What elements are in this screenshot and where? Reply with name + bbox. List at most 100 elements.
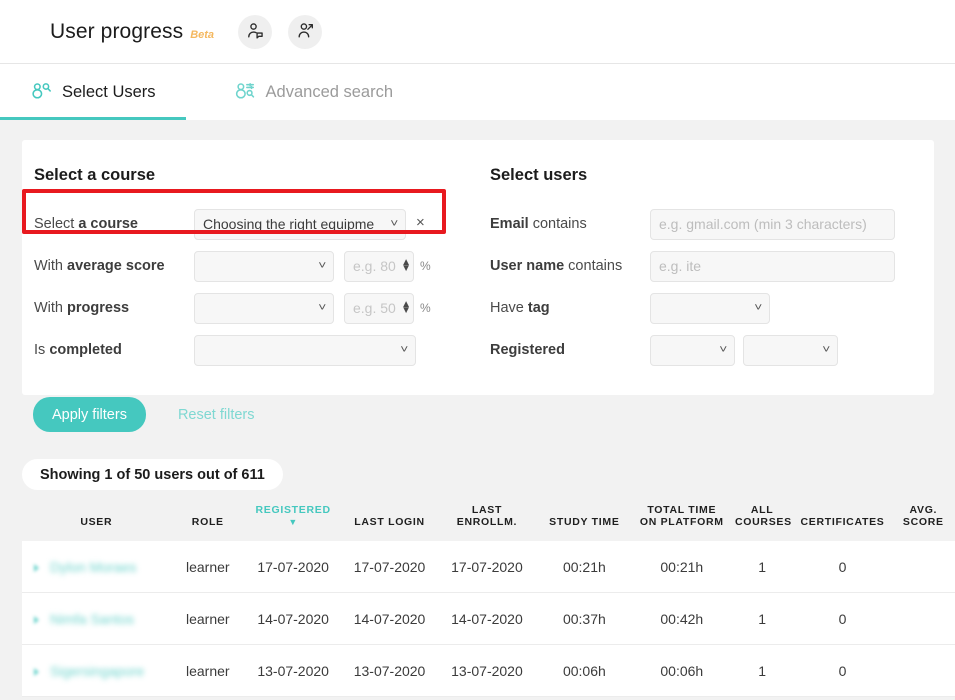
cell-registered: 13-07-2020 bbox=[244, 644, 342, 698]
progress-stepper[interactable]: ▲ ▼ bbox=[398, 299, 411, 316]
username-contains-input[interactable]: e.g. ite bbox=[650, 250, 895, 282]
chevron-down-icon: ˅ bbox=[317, 259, 326, 272]
col-header-total-time[interactable]: TOTAL TIME ON PLATFORM bbox=[632, 496, 731, 541]
progress-number-input[interactable]: e.g. 50 ▲ ▼ bbox=[344, 292, 414, 324]
results-count-pill: Showing 1 of 50 users out of 611 bbox=[22, 459, 283, 490]
course-select[interactable]: Choosing the right equipme ˅ bbox=[194, 208, 406, 240]
tab-advanced-search[interactable]: Advanced search bbox=[228, 64, 400, 120]
col-header-all-courses[interactable]: ALL COURSES bbox=[731, 496, 794, 541]
user-filter-search-icon bbox=[234, 81, 256, 103]
progress-label: With progress bbox=[34, 300, 194, 316]
reset-filters-button[interactable]: Reset filters bbox=[172, 406, 261, 424]
cell-role: learner bbox=[170, 540, 245, 594]
select-users-title: Select users bbox=[490, 166, 588, 184]
cell-study-time: 00:21h bbox=[536, 540, 633, 594]
col-header-last-enrollment[interactable]: LAST ENROLLM. bbox=[437, 496, 537, 541]
col-header-user-label: USER bbox=[80, 516, 113, 529]
label-text-suffix: contains bbox=[528, 216, 587, 232]
have-tag-label: Have tag bbox=[490, 300, 650, 316]
cell-total-time: 00:06h bbox=[632, 644, 731, 698]
cell-certificates: 0 bbox=[793, 540, 892, 594]
filter-row-email-contains: Email contains e.g. gmail.com (min 3 cha… bbox=[490, 203, 930, 245]
cell-study-time: 00:06h bbox=[536, 644, 633, 698]
user-name-link[interactable]: Nimfa Santos bbox=[50, 611, 134, 627]
table-row[interactable]: Nimfa Santos learner 14-07-2020 14-07-20… bbox=[22, 592, 955, 646]
users-table: USER ROLE REGISTERED ▼ LAST LOGIN LAST EN… bbox=[22, 496, 955, 698]
registered-value-select[interactable]: ˅ bbox=[743, 334, 838, 366]
have-tag-select[interactable]: ˅ bbox=[650, 292, 770, 324]
label-text-suffix: contains bbox=[564, 258, 623, 274]
label-text-plain: Have bbox=[490, 300, 528, 316]
clear-course-button[interactable]: × bbox=[416, 215, 425, 233]
stepper-down-icon: ▼ bbox=[401, 305, 411, 316]
user-progress-page: User progress Beta Select Users Advanced… bbox=[0, 0, 955, 700]
expand-row-icon[interactable] bbox=[34, 668, 39, 677]
col-header-last-login[interactable]: LAST LOGIN bbox=[341, 496, 438, 541]
user-name-link[interactable]: Sigersingapore bbox=[50, 663, 144, 679]
filter-row-registered: Registered ˅ ˅ bbox=[490, 329, 930, 371]
col-header-user[interactable]: USER bbox=[22, 496, 171, 541]
average-score-operator-select[interactable]: ˅ bbox=[194, 250, 334, 282]
average-score-stepper[interactable]: ▲ ▼ bbox=[398, 257, 411, 274]
tab-advanced-search-label: Advanced search bbox=[265, 82, 394, 101]
registered-operator-select[interactable]: ˅ bbox=[650, 334, 735, 366]
cell-last-login: 17-07-2020 bbox=[341, 540, 438, 594]
average-score-number-input[interactable]: e.g. 80 ▲ ▼ bbox=[344, 250, 414, 282]
progress-unit: % bbox=[420, 301, 431, 315]
expand-row-icon[interactable] bbox=[34, 616, 39, 625]
col-header-last-login-label: LAST LOGIN bbox=[354, 516, 425, 529]
chevron-down-icon: ˅ bbox=[317, 301, 326, 314]
filter-row-is-completed: Is completed ˅ bbox=[34, 329, 490, 371]
user-name-link[interactable]: Dylon Moraes bbox=[50, 559, 136, 575]
cell-total-time: 00:21h bbox=[632, 540, 731, 594]
col-header-avg-score[interactable]: AVG. SCORE bbox=[891, 496, 955, 541]
user-tag-icon-button[interactable] bbox=[238, 14, 273, 49]
cell-role: learner bbox=[170, 592, 245, 646]
cell-last-login: 13-07-2020 bbox=[341, 644, 438, 698]
email-contains-input[interactable]: e.g. gmail.com (min 3 characters) bbox=[650, 208, 895, 240]
filter-row-average-score: With average score ˅ e.g. 80 ▲ ▼ % bbox=[34, 245, 490, 287]
cell-user[interactable]: Nimfa Santos bbox=[22, 592, 171, 646]
cell-last-enrollment: 14-07-2020 bbox=[437, 592, 537, 646]
col-header-study-time[interactable]: STUDY TIME bbox=[536, 496, 633, 541]
label-text-plain: With bbox=[34, 300, 68, 316]
cell-user[interactable]: Sigersingapore bbox=[22, 644, 171, 698]
col-header-last-enrollment-label: LAST ENROLLM. bbox=[456, 504, 518, 529]
col-header-registered-label: REGISTERED bbox=[255, 504, 331, 516]
is-completed-select[interactable]: ˅ bbox=[194, 334, 416, 366]
col-header-study-time-label: STUDY TIME bbox=[549, 516, 620, 529]
users-table-wrap: USER ROLE REGISTERED ▼ LAST LOGIN LAST EN… bbox=[22, 496, 955, 698]
course-select-value: Choosing the right equipme bbox=[203, 216, 375, 232]
cell-all-courses: 1 bbox=[731, 540, 794, 594]
col-header-total-time-label: TOTAL TIME ON PLATFORM bbox=[639, 504, 724, 529]
cell-role: learner bbox=[170, 644, 245, 698]
expand-row-icon[interactable] bbox=[34, 563, 39, 572]
average-score-unit: % bbox=[420, 259, 431, 273]
table-row[interactable]: Dylon Moraes learner 17-07-2020 17-07-20… bbox=[22, 540, 955, 594]
select-users-section: Select users Email contains e.g. gmail.c… bbox=[490, 158, 930, 371]
average-score-label: With average score bbox=[34, 258, 194, 274]
cell-avg-score bbox=[891, 644, 955, 698]
label-text-bold: a course bbox=[78, 216, 138, 232]
username-contains-placeholder: e.g. ite bbox=[659, 258, 702, 274]
col-header-certificates[interactable]: CERTIFICATES bbox=[793, 496, 892, 541]
tab-select-users[interactable]: Select Users bbox=[0, 64, 185, 120]
filter-card: Select a course Select a course Choosing… bbox=[22, 140, 934, 395]
cell-registered: 14-07-2020 bbox=[244, 592, 342, 646]
progress-operator-select[interactable]: ˅ bbox=[194, 292, 334, 324]
average-score-placeholder: e.g. 80 bbox=[353, 258, 396, 274]
col-header-registered[interactable]: REGISTERED ▼ bbox=[244, 496, 342, 541]
user-progress-icon-button[interactable] bbox=[288, 14, 323, 49]
label-text-bold: Email bbox=[490, 216, 529, 232]
select-a-course-section: Select a course Select a course Choosing… bbox=[22, 158, 490, 371]
col-header-avg-score-label: AVG. SCORE bbox=[902, 504, 944, 529]
users-table-head: USER ROLE REGISTERED ▼ LAST LOGIN LAST EN… bbox=[22, 496, 955, 541]
col-header-role[interactable]: ROLE bbox=[170, 496, 245, 541]
label-text-bold: User name bbox=[490, 258, 565, 274]
tab-select-users-label: Select Users bbox=[62, 82, 156, 101]
cell-all-courses: 1 bbox=[731, 644, 794, 698]
cell-user[interactable]: Dylon Moraes bbox=[22, 540, 171, 594]
apply-filters-button[interactable]: Apply filters bbox=[33, 397, 146, 432]
col-header-role-label: ROLE bbox=[191, 516, 224, 529]
table-row[interactable]: Sigersingapore learner 13-07-2020 13-07-… bbox=[22, 644, 955, 698]
